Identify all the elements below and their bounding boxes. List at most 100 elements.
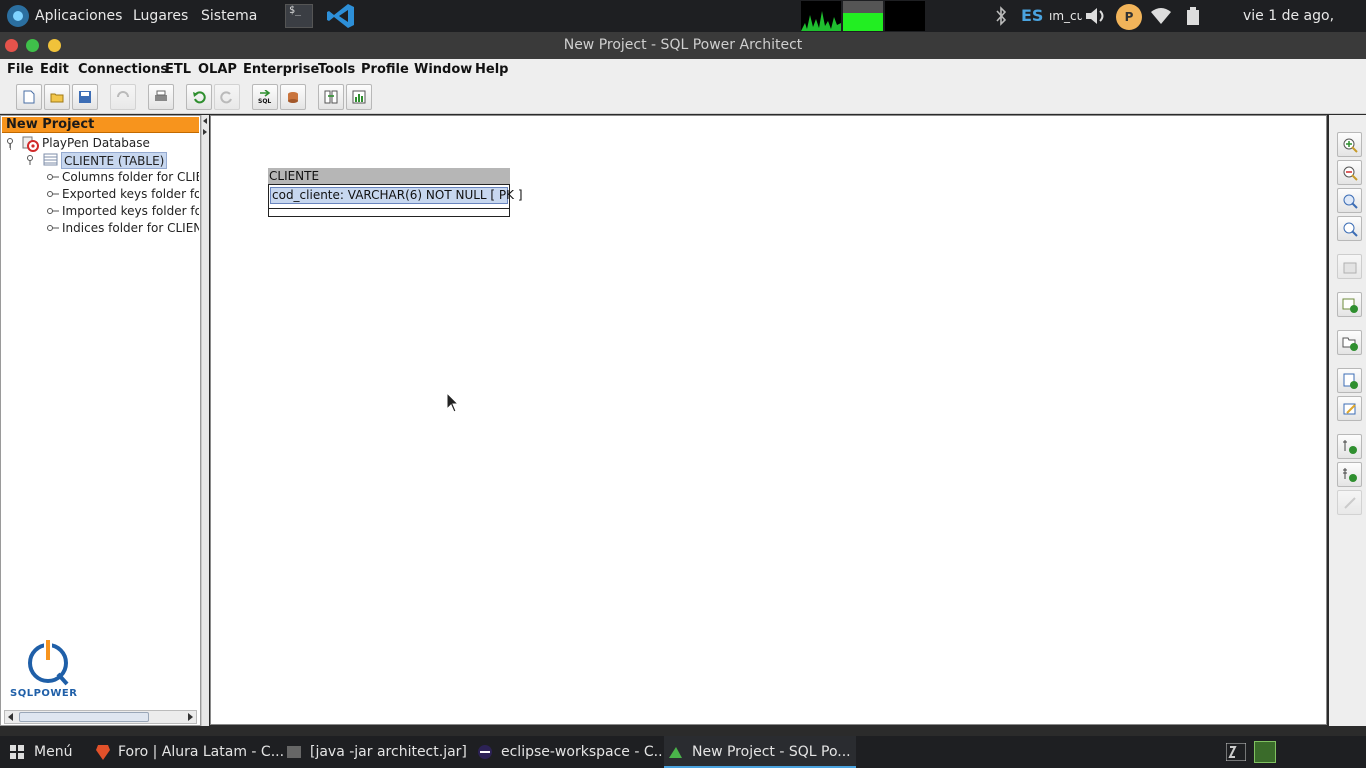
tree-item-columns-folder[interactable]: Columns folder for CLIENTE bbox=[62, 169, 199, 186]
print-button[interactable] bbox=[148, 84, 174, 110]
new-identifying-relationship-button[interactable] bbox=[1337, 434, 1362, 459]
clock[interactable]: vie 1 de ago, 10:25 bbox=[1243, 0, 1366, 56]
architect-icon bbox=[669, 747, 682, 758]
main-toolbar: SQL bbox=[0, 81, 1366, 114]
tree-item-imported-keys-folder[interactable]: Imported keys folder for CLIENTE bbox=[62, 203, 199, 220]
sqlpower-logo-text: SQLPOWER bbox=[10, 688, 78, 699]
tree-item-cliente-table[interactable]: CLIENTE (TABLE) bbox=[61, 152, 168, 169]
wifi-icon[interactable] bbox=[1150, 6, 1172, 26]
expand-handle-icon[interactable] bbox=[26, 155, 36, 165]
menu-connections[interactable]: Connections bbox=[78, 62, 168, 77]
database-tree-panel: New Project PlayPen Database CLIENTE (TA… bbox=[0, 115, 201, 726]
tree-leaf-icon bbox=[47, 174, 59, 180]
refresh-button[interactable] bbox=[110, 84, 136, 110]
menu-olap[interactable]: OLAP bbox=[198, 62, 237, 77]
task-sql-power-architect[interactable]: New Project - SQL Po... bbox=[664, 736, 856, 768]
insert-column-button[interactable] bbox=[1337, 368, 1362, 393]
menu-help[interactable]: Help bbox=[475, 62, 508, 77]
terminal-task-icon bbox=[287, 746, 301, 758]
save-project-button[interactable] bbox=[72, 84, 98, 110]
sqlpower-logo-icon bbox=[28, 640, 69, 686]
new-table-button[interactable] bbox=[1337, 292, 1362, 317]
auto-layout-button[interactable] bbox=[1337, 254, 1362, 279]
forward-engineer-sql-button[interactable]: SQL bbox=[252, 84, 278, 110]
profile-button[interactable] bbox=[346, 84, 372, 110]
menu-profile[interactable]: Profile bbox=[361, 62, 409, 77]
task-browser[interactable]: Foro | Alura Latam - C... bbox=[118, 736, 284, 768]
applications-menu[interactable]: Aplicaciones bbox=[35, 0, 122, 32]
task-label: New Project - SQL Po... bbox=[692, 744, 851, 760]
table-column-pk[interactable]: cod_cliente: VARCHAR(6) NOT NULL [ PK ] bbox=[270, 187, 523, 204]
start-menu-icon[interactable] bbox=[10, 745, 24, 759]
tree-item-indices-folder[interactable]: Indices folder for CLIENTE bbox=[62, 220, 199, 237]
compare-dm-button[interactable] bbox=[280, 84, 306, 110]
table-pk-separator bbox=[269, 208, 509, 209]
top-panel: Aplicaciones Lugares Sistema $_ ES ım_cu… bbox=[0, 0, 1366, 56]
zoom-in-button[interactable] bbox=[1337, 132, 1362, 157]
expand-handle-icon[interactable] bbox=[6, 138, 16, 148]
menu-enterprise[interactable]: Enterprise bbox=[243, 62, 319, 77]
playpen-tool-column bbox=[1329, 115, 1366, 726]
mouse-cursor-icon bbox=[446, 392, 460, 413]
table-icon bbox=[43, 153, 58, 166]
eclipse-icon bbox=[478, 745, 492, 759]
collapse-splitter-icon[interactable] bbox=[202, 117, 208, 137]
task-terminal[interactable]: [java -jar architect.jar] bbox=[310, 736, 467, 768]
keyboard-layout-indicator[interactable]: ES bbox=[1021, 0, 1043, 32]
undo-button[interactable] bbox=[186, 84, 212, 110]
playpen-database-icon bbox=[22, 136, 39, 152]
menu-bar: File Edit Connections ETL OLAP Enterpris… bbox=[0, 59, 1366, 81]
scrollbar-thumb[interactable] bbox=[19, 712, 149, 722]
system-menu[interactable]: Sistema bbox=[201, 0, 257, 32]
tree-horizontal-scrollbar[interactable] bbox=[4, 710, 197, 724]
terminal-launcher-icon[interactable]: $_ bbox=[285, 4, 313, 28]
minimize-window-button[interactable] bbox=[48, 39, 61, 52]
panel-splitter[interactable] bbox=[201, 115, 209, 726]
menu-file[interactable]: File bbox=[7, 62, 34, 77]
close-window-button[interactable] bbox=[5, 39, 18, 52]
scroll-left-icon[interactable] bbox=[7, 713, 15, 721]
data-mover-button[interactable] bbox=[318, 84, 344, 110]
volume-icon[interactable] bbox=[1084, 6, 1110, 26]
redo-button[interactable] bbox=[214, 84, 240, 110]
zoom-to-fit-button[interactable] bbox=[1337, 188, 1362, 213]
battery-icon[interactable] bbox=[1186, 6, 1200, 26]
new-project-button[interactable] bbox=[16, 84, 42, 110]
desktop-pager-icon[interactable] bbox=[1254, 741, 1276, 763]
distro-logo-icon[interactable] bbox=[7, 5, 29, 27]
reset-zoom-button[interactable] bbox=[1337, 216, 1362, 241]
menu-edit[interactable]: Edit bbox=[40, 62, 69, 77]
table-cliente-title[interactable]: CLIENTE bbox=[268, 168, 510, 184]
tray-indicator-text[interactable]: ım_cust bbox=[1049, 0, 1082, 32]
menu-etl[interactable]: ETL bbox=[165, 62, 191, 77]
tree-item-playpen-database[interactable]: PlayPen Database bbox=[42, 135, 150, 152]
network-monitor-icon bbox=[885, 1, 925, 31]
maximize-window-button[interactable] bbox=[26, 39, 39, 52]
playpen-canvas[interactable]: CLIENTE cod_cliente: VARCHAR(6) NOT NULL… bbox=[210, 115, 1327, 725]
window-title-bar[interactable]: New Project - SQL Power Architect bbox=[0, 32, 1366, 59]
start-menu-button[interactable]: Menú bbox=[34, 736, 72, 768]
table-cliente-box[interactable]: cod_cliente: VARCHAR(6) NOT NULL [ PK ] bbox=[268, 184, 523, 217]
vscode-launcher-icon[interactable] bbox=[326, 2, 356, 30]
places-menu[interactable]: Lugares bbox=[133, 0, 188, 32]
edit-table-button[interactable] bbox=[1337, 396, 1362, 421]
scroll-right-icon[interactable] bbox=[186, 713, 194, 721]
new-schema-button[interactable] bbox=[1337, 330, 1362, 355]
memory-monitor-icon bbox=[843, 1, 883, 31]
workspace-switcher-icon[interactable] bbox=[1226, 743, 1246, 761]
zoom-out-button[interactable] bbox=[1337, 160, 1362, 185]
tree-item-exported-keys-folder[interactable]: Exported keys folder for CLIENTE bbox=[62, 186, 199, 203]
window-title: New Project - SQL Power Architect bbox=[563, 37, 803, 53]
open-project-button[interactable] bbox=[44, 84, 70, 110]
task-eclipse[interactable]: eclipse-workspace - C... bbox=[501, 736, 667, 768]
menu-window[interactable]: Window bbox=[414, 62, 472, 77]
new-relationship-button[interactable] bbox=[1337, 462, 1362, 487]
taskbar: Menú Foro | Alura Latam - C... [java -ja… bbox=[0, 736, 1366, 768]
project-tree-header[interactable]: New Project bbox=[2, 117, 199, 133]
tree-leaf-icon bbox=[47, 225, 59, 231]
user-avatar-icon[interactable]: P bbox=[1116, 4, 1142, 30]
tree-leaf-icon bbox=[47, 208, 59, 214]
bluetooth-icon[interactable] bbox=[994, 6, 1008, 26]
edit-relationship-button[interactable] bbox=[1337, 490, 1362, 515]
menu-tools[interactable]: Tools bbox=[318, 62, 355, 77]
